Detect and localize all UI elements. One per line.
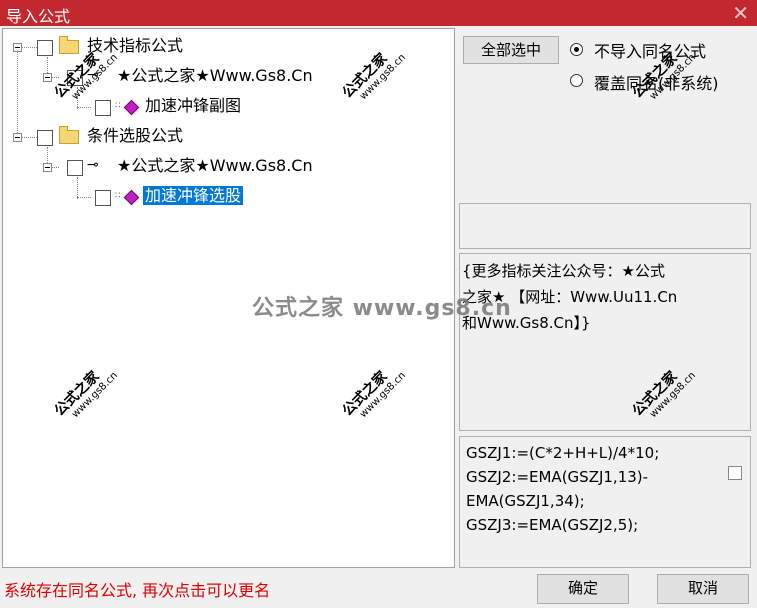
folder-icon [59, 36, 79, 54]
close-icon[interactable]: ✕ [732, 0, 749, 26]
group2-sub-checkbox[interactable] [67, 160, 83, 176]
tree-item-label: 条件选股公式 [87, 126, 184, 145]
tree-connector [17, 47, 18, 137]
group2-leaf-checkbox[interactable] [95, 190, 111, 206]
formula-gem-icon [123, 189, 140, 206]
key-icon: ⊸ [87, 157, 99, 173]
window-title: 导入公式 [6, 7, 71, 26]
collapse-icon[interactable] [13, 43, 22, 52]
tree-connector [77, 177, 78, 199]
tree-item-group2[interactable]: 条件选股公式 [87, 123, 183, 149]
tree-item-label: ★公式之家★Www.Gs8.Cn [117, 156, 313, 175]
watermark-center: 公式之家 www.gs8.cn [252, 296, 512, 321]
status-message: 系统存在同名公式, 再次点击可以更名 [4, 581, 271, 600]
formula-line: GSZJ3:=EMA(GSZJ2,5); [466, 516, 639, 534]
group2-checkbox[interactable] [37, 130, 53, 146]
tree-connector [77, 107, 91, 108]
cancel-button[interactable]: 取消 [657, 574, 749, 604]
radio-overwrite-same-name[interactable] [570, 74, 583, 87]
formula-checkbox[interactable] [728, 466, 742, 480]
name-display-box [459, 203, 751, 249]
tree-item-group2-leaf[interactable]: 加速冲锋选股 [143, 183, 244, 209]
group1-leaf-checkbox[interactable] [95, 100, 111, 116]
tree-item-label: 加速冲锋副图 [145, 96, 242, 115]
radio-skip-same-name[interactable] [570, 43, 583, 56]
description-line: {更多指标关注公众号：★公式 [462, 262, 665, 280]
formula-text: GSZJ1:=(C*2+H+L)/4*10; GSZJ2:=EMA(GSZJ1,… [466, 441, 716, 537]
formula-gem-icon [123, 99, 140, 116]
group1-checkbox[interactable] [37, 40, 53, 56]
formula-line: EMA(GSZJ1,34); [466, 492, 585, 510]
tree-item-label: ★公式之家★Www.Gs8.Cn [117, 66, 313, 85]
tree-item-group2-sub[interactable]: ★公式之家★Www.Gs8.Cn [117, 153, 313, 179]
collapse-icon[interactable] [43, 163, 52, 172]
collapse-icon[interactable] [13, 133, 22, 142]
tree-item-group1-leaf[interactable]: 加速冲锋副图 [145, 93, 241, 119]
formula-line: GSZJ1:=(C*2+H+L)/4*10; [466, 444, 660, 462]
formula-dots-icon: ∷ [115, 101, 121, 111]
title-bar: 导入公式 ✕ [0, 0, 757, 26]
formula-dots-icon: ∷ [115, 191, 121, 201]
tree-item-group1-sub[interactable]: ★公式之家★Www.Gs8.Cn [117, 63, 313, 89]
ok-button[interactable]: 确定 [537, 574, 629, 604]
select-all-button[interactable]: 全部选中 [463, 36, 559, 64]
folder-icon [59, 126, 79, 144]
tree-connector [77, 197, 91, 198]
formula-line: GSZJ2:=EMA(GSZJ1,13)- [466, 468, 649, 486]
collapse-icon[interactable] [43, 73, 52, 82]
tree-item-label-selected: 加速冲锋选股 [143, 186, 244, 205]
